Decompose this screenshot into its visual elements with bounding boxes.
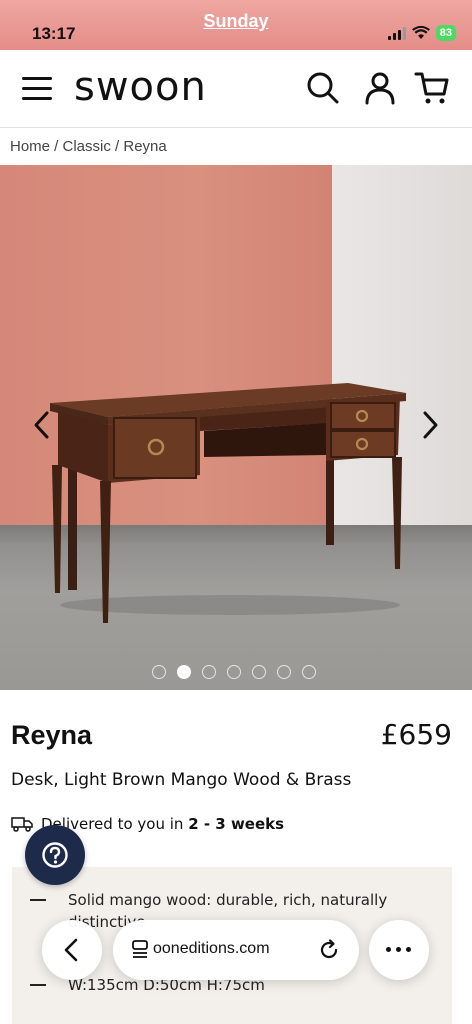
cart-icon[interactable] <box>414 70 450 106</box>
account-icon[interactable] <box>362 70 398 106</box>
site-header: swoon <box>0 50 472 128</box>
tabs-icon[interactable] <box>131 939 149 959</box>
search-icon[interactable] <box>305 70 341 106</box>
signal-icon <box>387 26 406 40</box>
gallery-dot[interactable] <box>302 665 316 679</box>
product-subtitle: Desk, Light Brown Mango Wood & Brass <box>11 770 352 790</box>
gallery-dot[interactable] <box>202 665 216 679</box>
status-bar: 13:17 Sunday 83 <box>0 0 472 50</box>
breadcrumb[interactable]: Home / Classic / Reyna <box>10 138 167 155</box>
gallery-dot[interactable] <box>277 665 291 679</box>
delivery-truck-icon <box>11 817 33 832</box>
wifi-icon <box>411 26 430 39</box>
product-price: £659 <box>380 718 452 751</box>
product-gallery[interactable] <box>0 165 472 690</box>
more-options-icon <box>386 947 411 952</box>
site-logo[interactable]: swoon <box>74 64 207 110</box>
browser-url[interactable]: ooneditions.com <box>153 940 270 958</box>
previous-image-arrow-icon[interactable] <box>30 410 54 440</box>
battery-indicator: 83 <box>435 25 456 41</box>
reload-icon[interactable] <box>317 938 341 962</box>
product-image <box>50 383 406 623</box>
menu-icon[interactable] <box>22 77 52 101</box>
next-image-arrow-icon[interactable] <box>418 410 442 440</box>
gallery-dot[interactable] <box>252 665 266 679</box>
status-icons: 83 <box>387 25 456 41</box>
browser-more-button[interactable] <box>369 920 429 980</box>
browser-back-button[interactable] <box>42 920 102 980</box>
browser-address-bar[interactable]: ooneditions.com <box>113 920 359 980</box>
gallery-dot[interactable] <box>152 665 166 679</box>
help-button[interactable] <box>25 825 85 885</box>
delivery-time: 2 - 3 weeks <box>188 815 285 833</box>
gallery-dot-active[interactable] <box>177 665 191 679</box>
back-chevron-icon <box>64 938 78 962</box>
question-icon <box>42 842 68 868</box>
gallery-dot[interactable] <box>227 665 241 679</box>
gallery-pagination-dots[interactable] <box>152 665 316 679</box>
product-name: Reyna <box>11 720 93 750</box>
